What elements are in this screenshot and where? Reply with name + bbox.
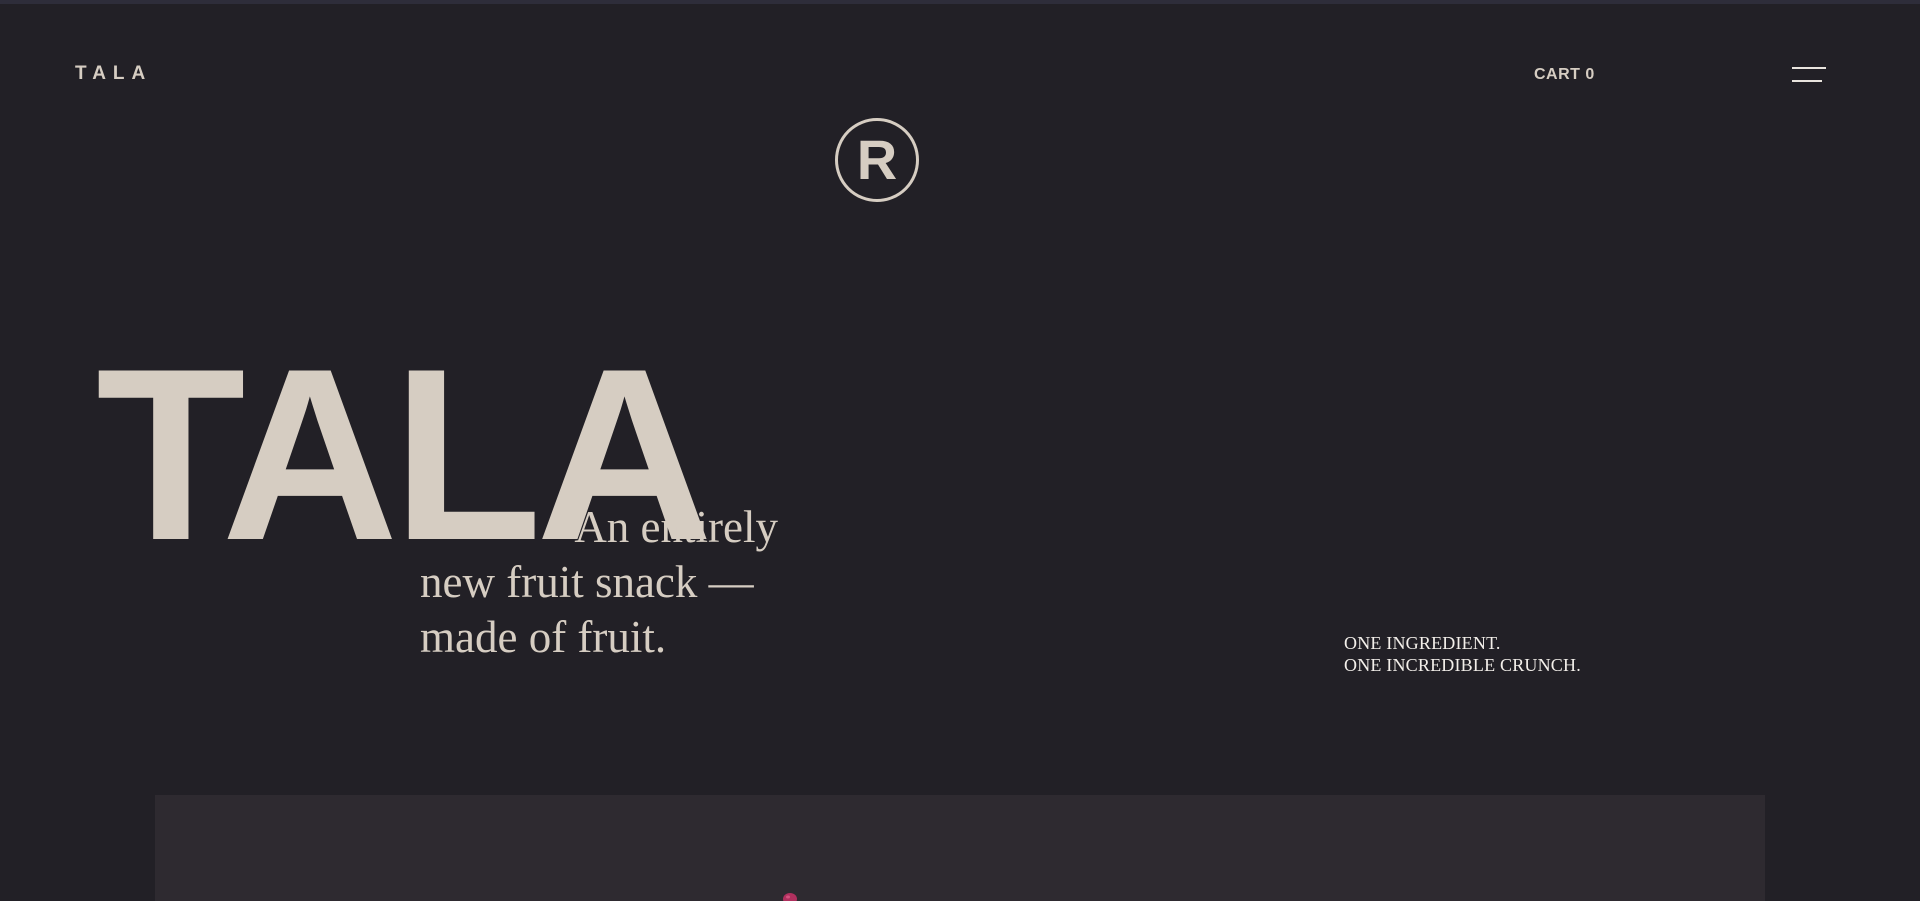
registered-trademark-letter: R — [856, 128, 898, 191]
fruit-image-peek — [783, 893, 797, 901]
cart-link[interactable]: CART 0 — [1534, 67, 1595, 83]
menu-button[interactable] — [1788, 62, 1828, 86]
tagline-line-2: new fruit snack — — [420, 557, 754, 607]
header-logo-link[interactable]: TALA — [75, 64, 152, 83]
top-border-strip — [0, 0, 1920, 4]
menu-icon-line-top — [1792, 67, 1826, 69]
tagline-line-3: made of fruit. — [420, 612, 667, 662]
hero-side-copy: ONE INGREDIENT. ONE INCREDIBLE CRUNCH. — [1344, 632, 1581, 676]
registered-trademark-icon: R — [835, 118, 919, 202]
menu-icon-line-bottom — [1792, 80, 1822, 82]
tagline-line-1: An entirely — [574, 502, 778, 552]
hero-tagline: An entirely new fruit snack — made of fr… — [420, 500, 778, 665]
side-copy-line-2: ONE INCREDIBLE CRUNCH. — [1344, 655, 1581, 675]
product-showcase-panel — [155, 795, 1765, 901]
side-copy-line-1: ONE INGREDIENT. — [1344, 633, 1501, 653]
